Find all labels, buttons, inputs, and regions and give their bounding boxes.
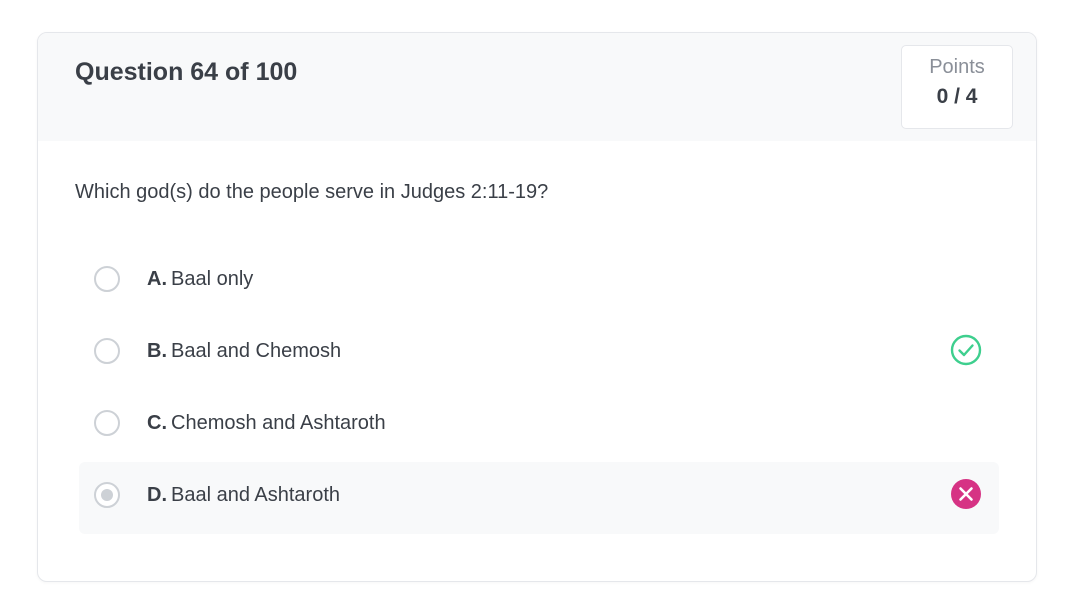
option-label: A. Baal only xyxy=(147,268,253,291)
option-radio[interactable] xyxy=(94,338,120,364)
option-text: Baal and Chemosh xyxy=(171,340,342,362)
option-label: D. Baal and Ashtaroth xyxy=(147,484,340,507)
option-letter: D. xyxy=(147,484,167,506)
option-text: Baal only xyxy=(171,268,254,290)
question-card: Question 64 of 100 Points 0 / 4 Which go… xyxy=(37,32,1037,582)
radio-dot xyxy=(101,489,113,501)
option-a[interactable]: A. Baal only xyxy=(79,246,999,318)
option-letter: A. xyxy=(147,268,167,290)
option-letter: C. xyxy=(147,412,167,434)
check-circle-icon xyxy=(950,334,982,366)
option-c[interactable]: C. Chemosh and Ashtaroth xyxy=(79,390,999,462)
option-label: C. Chemosh and Ashtaroth xyxy=(147,412,386,435)
option-letter: B. xyxy=(147,340,167,362)
question-text: Which god(s) do the people serve in Judg… xyxy=(75,181,549,203)
question-header: Question 64 of 100 Points 0 / 4 xyxy=(38,33,1036,141)
option-radio[interactable] xyxy=(94,410,120,436)
question-title: Question 64 of 100 xyxy=(75,58,298,86)
points-box: Points 0 / 4 xyxy=(901,45,1013,129)
x-circle-icon xyxy=(951,479,981,509)
option-label: B. Baal and Chemosh xyxy=(147,340,341,363)
option-text: Baal and Ashtaroth xyxy=(171,484,341,506)
option-text: Chemosh and Ashtaroth xyxy=(171,412,386,434)
option-d[interactable]: D. Baal and Ashtaroth xyxy=(79,462,999,534)
option-b[interactable]: B. Baal and Chemosh xyxy=(79,318,999,390)
points-value: 0 / 4 xyxy=(936,85,978,108)
option-radio-selected[interactable] xyxy=(94,482,120,508)
points-label: Points xyxy=(929,56,985,78)
option-radio[interactable] xyxy=(94,266,120,292)
